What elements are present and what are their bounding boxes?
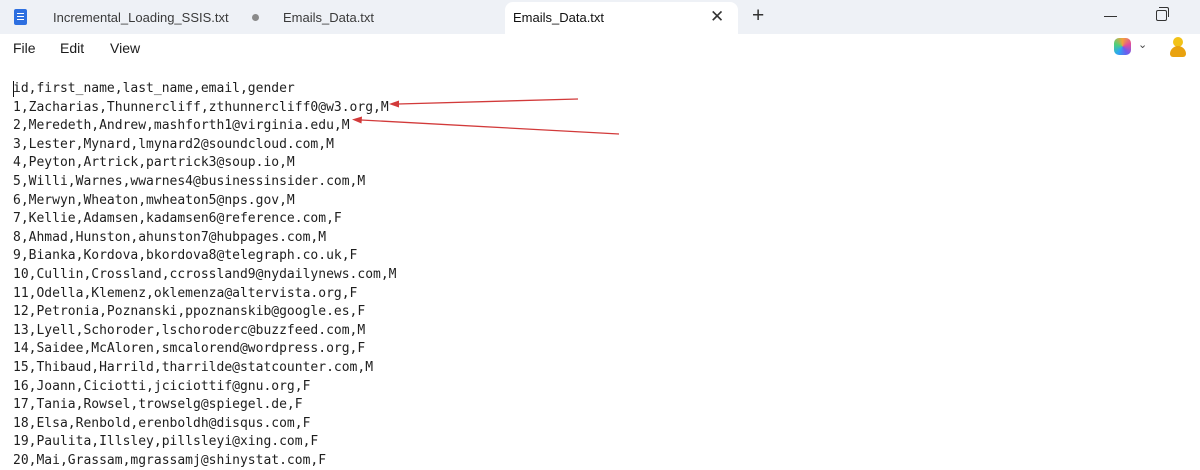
title-bar: Incremental_Loading_SSIS.txt Emails_Data… [0, 0, 1200, 34]
minimize-icon[interactable] [1104, 16, 1117, 17]
text-line: 15,Thibaud,Harrild,tharrilde@statcounter… [13, 359, 374, 375]
text-line: 16,Joann,Ciciotti,jciciottif@gnu.org,F [13, 378, 311, 394]
text-line: 2,Meredeth,Andrew,mashforth1@virginia.ed… [13, 118, 350, 134]
unsaved-dot-icon [252, 14, 259, 21]
tab-emails-data-active[interactable]: Emails_Data.txt ✕ [505, 2, 738, 34]
avatar-icon[interactable] [1169, 37, 1187, 57]
text-line: id,first_name,last_name,email,gender [13, 81, 295, 96]
menu-edit[interactable]: Edit [60, 40, 84, 56]
text-line: 1,Zacharias,Thunnercliff,zthunnercliff0@… [13, 99, 389, 115]
text-line: 6,Merwyn,Wheaton,mwheaton5@nps.gov,M [13, 192, 295, 208]
close-icon[interactable]: ✕ [710, 7, 724, 27]
menu-bar: File Edit View ⌄ [0, 34, 1200, 64]
text-line: 4,Peyton,Artrick,partrick3@soup.io,M [13, 155, 295, 171]
tab-emails-data[interactable]: Emails_Data.txt [270, 0, 505, 34]
text-line: 13,Lyell,Schoroder,lschoroderc@buzzfeed.… [13, 322, 366, 338]
text-line: 12,Petronia,Poznanski,ppoznanskib@google… [13, 304, 366, 320]
notepad-icon [14, 9, 27, 25]
text-line: 11,Odella,Klemenz,oklemenza@altervista.o… [13, 285, 358, 301]
text-line: 5,Willi,Warnes,wwarnes4@businessinsider.… [13, 173, 366, 189]
text-line: 7,Kellie,Adamsen,kadamsen6@reference.com… [13, 211, 342, 227]
tab-label: Incremental_Loading_SSIS.txt [53, 10, 229, 25]
text-line: 9,Bianka,Kordova,bkordova8@telegraph.co.… [13, 248, 358, 264]
tab-label: Emails_Data.txt [283, 10, 375, 25]
menu-view[interactable]: View [110, 40, 140, 56]
text-line: 19,Paulita,Illsley,pillsleyi@xing.com,F [13, 434, 319, 450]
file-content[interactable]: id,first_name,last_name,email,gender 1,Za… [13, 80, 397, 470]
menu-file[interactable]: File [13, 40, 36, 56]
text-line: 17,Tania,Rowsel,trowselg@spiegel.de,F [13, 397, 303, 413]
text-line: 14,Saidee,McAloren,smcalorend@wordpress.… [13, 341, 366, 357]
tab-incremental-loading[interactable]: Incremental_Loading_SSIS.txt [0, 0, 270, 34]
tab-label: Emails_Data.txt [513, 10, 605, 25]
text-line: 20,Mai,Grassam,mgrassamj@shinystat.com,F [13, 452, 327, 468]
text-editor[interactable]: id,first_name,last_name,email,gender 1,Za… [0, 64, 1200, 468]
text-line: 10,Cullin,Crossland,ccrossland9@nydailyn… [13, 266, 397, 282]
plus-icon[interactable]: + [752, 4, 764, 28]
maximize-icon[interactable] [1156, 7, 1169, 21]
text-line: 3,Lester,Mynard,lmynard2@soundcloud.com,… [13, 136, 334, 152]
chevron-down-icon[interactable]: ⌄ [1138, 38, 1147, 51]
copilot-icon[interactable] [1114, 38, 1131, 55]
text-line: 18,Elsa,Renbold,erenboldh@disqus.com,F [13, 415, 311, 431]
text-line: 8,Ahmad,Hunston,ahunston7@hubpages.com,M [13, 229, 327, 245]
